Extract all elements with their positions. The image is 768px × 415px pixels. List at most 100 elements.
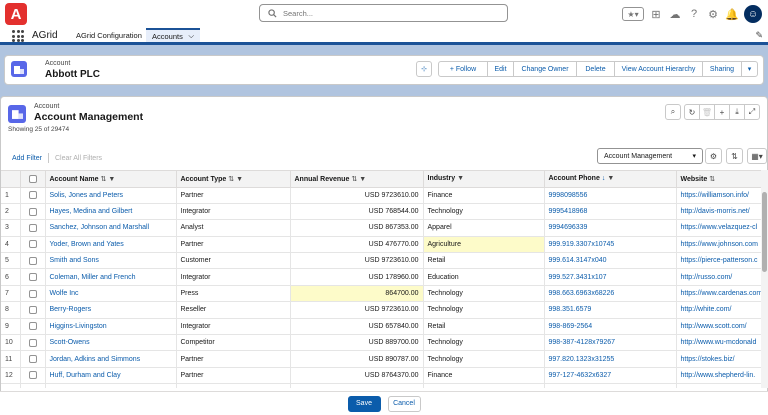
filter-icon[interactable]: ▼ (607, 175, 614, 182)
trailhead-icon[interactable]: ☁ (668, 7, 682, 21)
app-logo[interactable]: A (5, 3, 27, 25)
annual-revenue-cell[interactable]: USD 890787.00 (290, 350, 424, 368)
industry-cell[interactable]: Technology (423, 301, 545, 319)
account-name-link[interactable]: Scott-Owens (50, 339, 90, 346)
annual-revenue-cell[interactable]: USD 768544.00 (290, 203, 424, 221)
column-header-account-name[interactable]: Account Name ⇅ ▼ (45, 171, 177, 188)
expand-button[interactable]: ⤢ (744, 104, 760, 120)
annual-revenue-cell[interactable]: USD 889700.00 (290, 334, 424, 352)
row-checkbox[interactable] (28, 322, 37, 331)
row-checkbox[interactable] (28, 371, 37, 380)
industry-cell[interactable]: Apparel (423, 219, 545, 237)
edit-button[interactable]: Edit (487, 61, 514, 77)
account-name-link[interactable]: Hayes, Medina and Gilbert (50, 208, 133, 215)
clear-filters-link[interactable]: Clear All Filters (55, 155, 102, 162)
grid-scrollbar[interactable] (761, 170, 768, 388)
phone-link[interactable]: 997.820.1323x31255 (549, 356, 615, 363)
annual-revenue-cell[interactable]: USD 657840.00 (290, 318, 424, 336)
industry-cell[interactable]: Technology (423, 285, 545, 303)
table-row[interactable]: 13 Martinez, Baker and MeltonInvestorUSD … (1, 383, 761, 388)
industry-cell[interactable]: Education (423, 268, 545, 286)
account-type-cell[interactable]: Partner (176, 236, 291, 254)
table-row[interactable]: 3 Sanchez, Johnson and Marshall Analyst USD… (1, 219, 761, 237)
account-type-cell[interactable]: Analyst (176, 219, 291, 237)
account-name-link[interactable]: Huff, Durham and Clay (50, 372, 121, 379)
table-row[interactable]: 8 Berry-Rogers Reseller USD 9723610.00 Techn… (1, 301, 761, 319)
phone-link[interactable]: 999.527.3431x107 (549, 274, 607, 281)
sharing-button[interactable]: Sharing (702, 61, 742, 77)
sort-icon[interactable]: ⇅ (101, 176, 107, 183)
website-link[interactable]: https://williamson.info/ (681, 192, 749, 199)
sort-icon[interactable]: ⇅ (228, 176, 234, 183)
filter-icon[interactable]: ▼ (108, 176, 115, 183)
industry-cell[interactable]: Healthcare (423, 383, 545, 388)
add-filter-link[interactable]: Add Filter (12, 155, 42, 162)
bell-icon[interactable]: 🔔 (725, 7, 739, 21)
phone-link[interactable]: 9998098556 (549, 192, 588, 199)
search-button[interactable]: ⌕ (665, 104, 681, 120)
account-name-link[interactable]: Berry-Rogers (50, 306, 92, 313)
industry-cell[interactable]: Agriculture (423, 236, 545, 254)
annual-revenue-cell[interactable]: 864700.00 (290, 285, 424, 303)
global-actions-icon[interactable]: ⊞ (649, 7, 663, 21)
industry-cell[interactable]: Finance (423, 367, 545, 385)
row-checkbox[interactable] (28, 355, 37, 364)
phone-link[interactable]: 998.351.6579 (549, 306, 592, 313)
account-type-cell[interactable]: Integrator (176, 318, 291, 336)
phone-link[interactable]: 9995418968 (549, 208, 588, 215)
table-row[interactable]: 10 Scott-Owens Competitor USD 889700.00 Tech… (1, 334, 761, 352)
account-name-link[interactable]: Sanchez, Johnson and Marshall (50, 224, 150, 231)
column-header-website[interactable]: Website ⇅ (676, 171, 761, 188)
table-row[interactable]: 11 Jordan, Adkins and Simmons Partner USD 8… (1, 350, 761, 368)
phone-link[interactable]: 999.919.3307x10745 (549, 241, 615, 248)
edit-nav-icon[interactable]: ✎ (755, 30, 763, 41)
filter-icon[interactable]: ▼ (236, 176, 243, 183)
industry-cell[interactable]: Finance (423, 187, 545, 204)
sort-descending-icon[interactable]: ↓ (602, 175, 606, 182)
industry-cell[interactable]: Technology (423, 334, 545, 352)
app-launcher-icon[interactable] (12, 30, 24, 42)
select-all-checkbox[interactable] (28, 174, 37, 183)
account-type-cell[interactable]: Competitor (176, 334, 291, 352)
website-link[interactable]: http://davis-morris.net/ (681, 208, 750, 215)
add-row-button[interactable]: + (714, 104, 730, 120)
change-owner-button[interactable]: Change Owner (513, 61, 577, 77)
delete-button[interactable]: Delete (576, 61, 615, 77)
annual-revenue-cell[interactable]: USD 9723610.00 (290, 187, 424, 204)
website-link[interactable]: http://www.scott.com/ (681, 323, 747, 330)
account-type-cell[interactable]: Partner (176, 367, 291, 385)
annual-revenue-cell[interactable]: USD 9723610.00 (290, 301, 424, 319)
save-button[interactable]: Save (347, 395, 381, 412)
column-header-account-type[interactable]: Account Type ⇅ ▼ (176, 171, 291, 188)
account-name-link[interactable]: Coleman, Miller and French (50, 274, 136, 281)
global-search-input[interactable]: Search... (259, 4, 508, 22)
industry-cell[interactable]: Technology (423, 350, 545, 368)
row-checkbox[interactable] (28, 256, 37, 265)
table-row[interactable]: 1 Solis, Jones and Peters Partner USD 97236… (1, 187, 761, 204)
chevron-down-icon[interactable]: ⌵ (188, 31, 194, 41)
sort-button[interactable]: ⇅ (726, 148, 743, 164)
columns-button[interactable]: ▦▾ (747, 148, 767, 164)
gear-icon[interactable]: ⚙ (706, 7, 720, 21)
table-row[interactable]: 6 Coleman, Miller and French Integrator USD… (1, 268, 761, 286)
account-type-cell[interactable]: Press (176, 285, 291, 303)
website-link[interactable]: https://www.velazquez-cl (681, 224, 758, 231)
filter-icon[interactable]: ▼ (359, 176, 366, 183)
account-type-cell[interactable]: Reseller (176, 301, 291, 319)
phone-link[interactable]: 997-127-4632x6327 (549, 372, 612, 379)
table-row[interactable]: 9 Higgins-Livingston Integrator USD 657840.… (1, 318, 761, 336)
industry-cell[interactable]: Retail (423, 252, 545, 270)
account-type-cell[interactable]: Partner (176, 187, 291, 204)
view-account-hierarchy-button[interactable]: View Account Hierarchy (614, 61, 703, 77)
download-button[interactable]: ⤓ (729, 104, 745, 120)
account-type-cell[interactable]: Investor (176, 383, 291, 388)
account-type-cell[interactable]: Integrator (176, 268, 291, 286)
phone-link[interactable]: 998-387-4128x79267 (549, 339, 616, 346)
account-type-cell[interactable]: Customer (176, 252, 291, 270)
annual-revenue-cell[interactable]: USD 867353.00 (290, 219, 424, 237)
annual-revenue-cell[interactable]: USD 178960.00 (290, 268, 424, 286)
help-icon[interactable]: ? (687, 7, 701, 21)
annual-revenue-cell[interactable]: USD 8764370.00 (290, 367, 424, 385)
account-name-link[interactable]: Solis, Jones and Peters (50, 192, 124, 199)
follow-button[interactable]: + Follow (438, 61, 488, 77)
